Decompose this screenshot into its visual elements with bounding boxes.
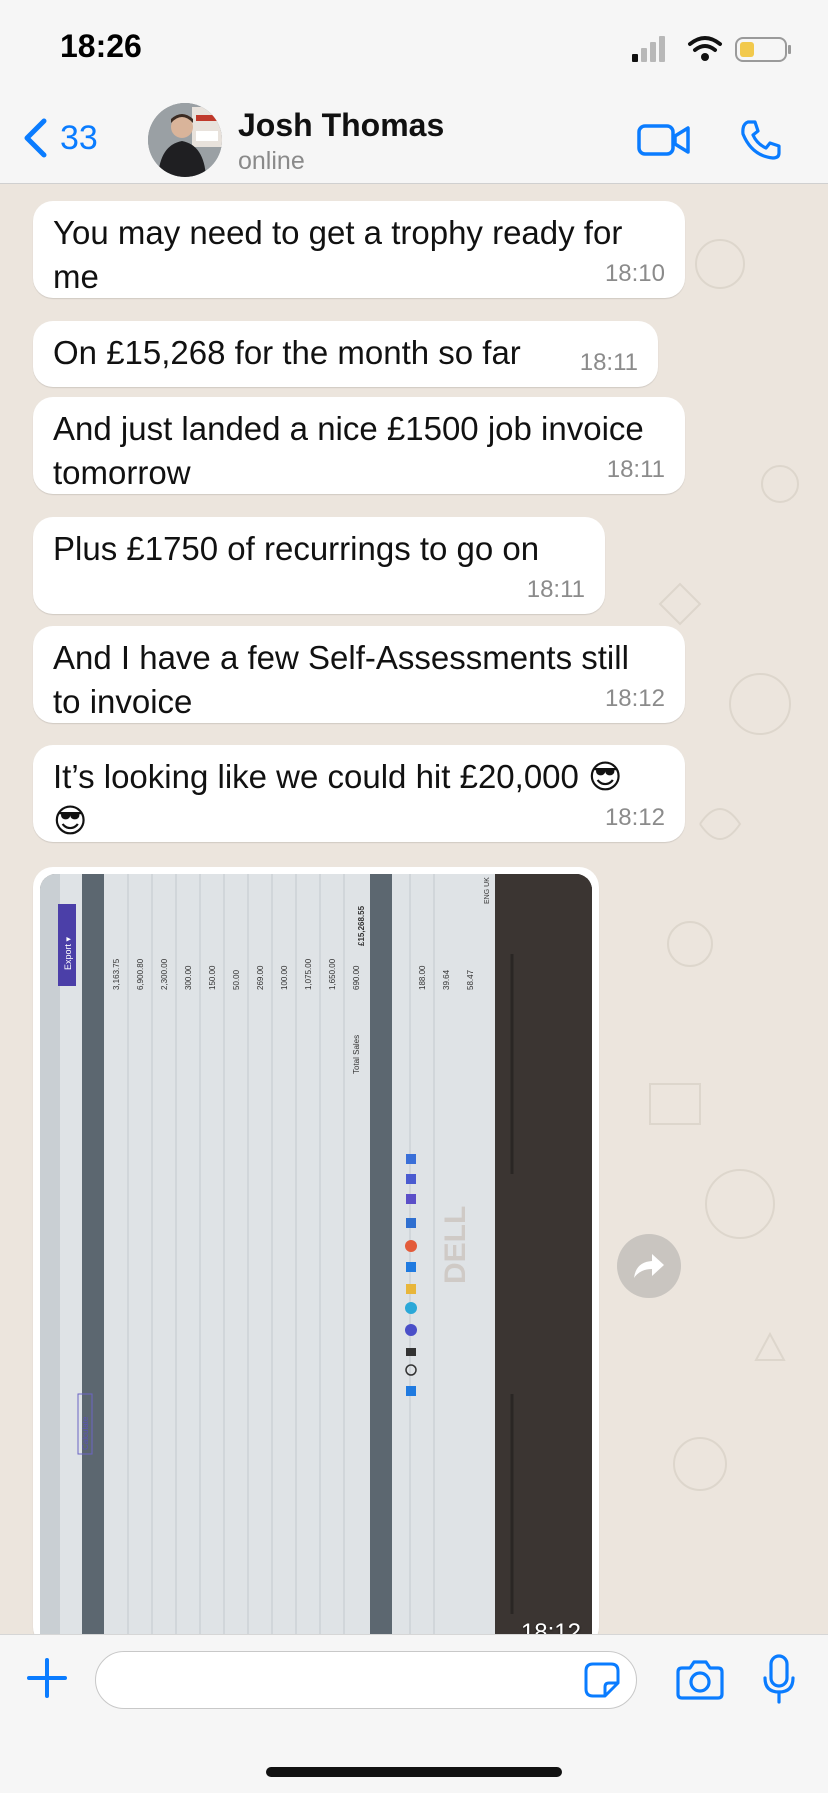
video-camera-icon bbox=[637, 124, 690, 156]
message-text: It’s looking like we could hit £20,000 😎… bbox=[53, 758, 623, 839]
chevron-left-icon bbox=[24, 118, 47, 158]
sticker-button[interactable] bbox=[582, 1660, 622, 1700]
screen-value: 100.00 bbox=[280, 965, 289, 990]
voice-message-button[interactable] bbox=[754, 1651, 804, 1707]
camera-button[interactable] bbox=[672, 1653, 728, 1705]
message-bubble[interactable]: And just landed a nice £1500 job invoice… bbox=[33, 397, 685, 494]
screen-value: 1,075.00 bbox=[304, 958, 313, 990]
message-text: Plus £1750 of recurrings to go on bbox=[53, 530, 540, 567]
back-button[interactable]: 33 bbox=[22, 113, 98, 163]
export-button-label: Export ▾ bbox=[63, 936, 73, 970]
sticker-icon bbox=[584, 1662, 620, 1698]
screen-value: 690.00 bbox=[352, 965, 361, 990]
contact-name[interactable]: Josh Thomas bbox=[238, 107, 444, 144]
voice-call-button[interactable] bbox=[730, 115, 790, 165]
screen-value: 6,900.80 bbox=[136, 958, 145, 990]
screen-value: 3,163.75 bbox=[112, 958, 121, 990]
calculate-button-label: Calculate bbox=[81, 1416, 90, 1450]
forward-button[interactable] bbox=[617, 1234, 681, 1298]
attach-button[interactable] bbox=[22, 1653, 72, 1703]
microphone-icon bbox=[763, 1654, 795, 1704]
screen-value: 50.00 bbox=[232, 969, 241, 990]
message-bubble[interactable]: You may need to get a trophy ready for m… bbox=[33, 201, 685, 298]
message-text: And just landed a nice £1500 job invoice… bbox=[53, 410, 644, 491]
message-bubble[interactable]: And I have a few Self-Assessments still … bbox=[33, 626, 685, 723]
chat-area[interactable]: You may need to get a trophy ready for m… bbox=[0, 184, 828, 1634]
laptop-screen-photo: Export ▾ Calculate 3,163.75 6,900.80 2,3… bbox=[40, 874, 592, 1634]
screen-value: 300.00 bbox=[184, 965, 193, 990]
screen-value: 1,650.00 bbox=[328, 958, 337, 990]
message-bubble[interactable]: Plus £1750 of recurrings to go on 18:11 bbox=[33, 517, 605, 614]
phone-icon bbox=[741, 120, 781, 160]
signal-icon bbox=[632, 36, 791, 62]
home-indicator[interactable] bbox=[266, 1767, 562, 1777]
screen-value: 188.00 bbox=[418, 965, 427, 990]
message-bubble[interactable]: It’s looking like we could hit £20,000 😎… bbox=[33, 745, 685, 842]
camera-icon bbox=[676, 1660, 724, 1700]
message-time: 18:10 bbox=[604, 260, 665, 287]
screen-value: 150.00 bbox=[208, 965, 217, 990]
message-input-bar bbox=[0, 1634, 828, 1793]
laptop-brand: DELL bbox=[439, 1206, 472, 1284]
message-time: 18:11 bbox=[579, 349, 638, 376]
message-input[interactable] bbox=[95, 1651, 637, 1709]
message-time: 18:12 bbox=[604, 804, 665, 831]
total-sales-label: Total Sales bbox=[352, 1035, 361, 1074]
message-bubble[interactable]: On £15,268 for the month so far 18:11 bbox=[33, 321, 658, 387]
status-time: 18:26 bbox=[60, 28, 142, 64]
unread-count: 33 bbox=[60, 118, 98, 157]
video-call-button[interactable] bbox=[634, 115, 694, 165]
status-bar: 18:26 bbox=[0, 0, 828, 95]
contact-status: online bbox=[238, 147, 305, 175]
language-indicator: ENG UK bbox=[484, 877, 491, 904]
message-text: You may need to get a trophy ready for m… bbox=[53, 214, 623, 295]
photo-image[interactable]: Export ▾ Calculate 3,163.75 6,900.80 2,3… bbox=[40, 874, 592, 1634]
screen-value: 39.64 bbox=[442, 969, 451, 990]
message-text: On £15,268 for the month so far bbox=[53, 334, 521, 371]
contact-photo bbox=[148, 103, 222, 177]
message-time: 18:12 bbox=[604, 685, 665, 712]
message-time: 18:11 bbox=[606, 456, 665, 483]
status-icons bbox=[608, 34, 798, 64]
chat-header: 33 Josh Thomas online bbox=[0, 95, 828, 184]
message-time: 18:12 bbox=[520, 1619, 581, 1634]
message-time: 18:11 bbox=[526, 576, 585, 603]
forward-arrow-icon bbox=[634, 1254, 664, 1278]
screen-value: 269.00 bbox=[256, 965, 265, 990]
screen-value: 58.47 bbox=[466, 969, 475, 990]
total-sales-value: £15,268.55 bbox=[357, 905, 366, 946]
message-text: And I have a few Self-Assessments still … bbox=[53, 639, 629, 720]
screen-value: 2,300.00 bbox=[160, 958, 169, 990]
avatar[interactable] bbox=[148, 103, 222, 177]
plus-icon bbox=[27, 1658, 67, 1698]
photo-message[interactable]: Export ▾ Calculate 3,163.75 6,900.80 2,3… bbox=[33, 867, 599, 1634]
